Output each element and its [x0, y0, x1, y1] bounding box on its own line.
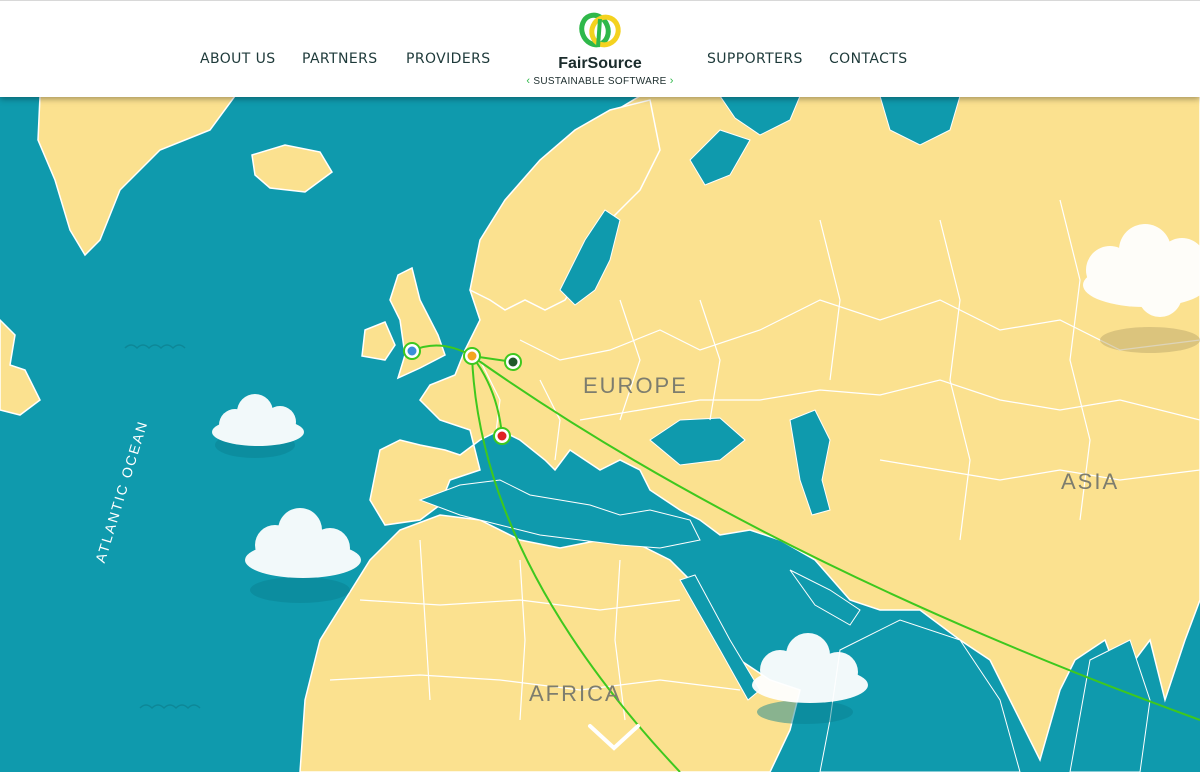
logo-icon	[579, 12, 621, 48]
label-asia: ASIA	[1061, 469, 1120, 494]
logo-tagline-text: SUSTAINABLE SOFTWARE	[533, 76, 667, 87]
site-header: ABOUT US PARTNERS PROVIDERS FairSource ‹…	[0, 0, 1200, 97]
chevron-down-icon	[588, 724, 640, 751]
marker-germany[interactable]	[504, 353, 522, 371]
logo-tagline: ‹ SUSTAINABLE SOFTWARE ›	[520, 75, 680, 87]
nav-contacts[interactable]: CONTACTS	[829, 51, 907, 67]
nav-partners[interactable]: PARTNERS	[302, 51, 378, 67]
marker-uk[interactable]	[403, 342, 421, 360]
nav-supporters[interactable]: SUPPORTERS	[707, 51, 803, 67]
marker-italy[interactable]	[493, 427, 511, 445]
world-map	[0, 96, 1200, 772]
marker-netherlands[interactable]	[463, 347, 481, 365]
nav-providers[interactable]: PROVIDERS	[406, 51, 491, 67]
scroll-down-button[interactable]	[586, 718, 642, 758]
logo[interactable]: FairSource ‹ SUSTAINABLE SOFTWARE ›	[520, 9, 680, 89]
label-europe: EUROPE	[583, 373, 688, 398]
logo-name: FairSource	[558, 55, 642, 72]
chevron-right-icon: ›	[669, 75, 674, 87]
label-africa: AFRICA	[529, 681, 622, 706]
chevron-left-icon: ‹	[526, 75, 531, 87]
nav-about-us[interactable]: ABOUT US	[200, 51, 276, 67]
